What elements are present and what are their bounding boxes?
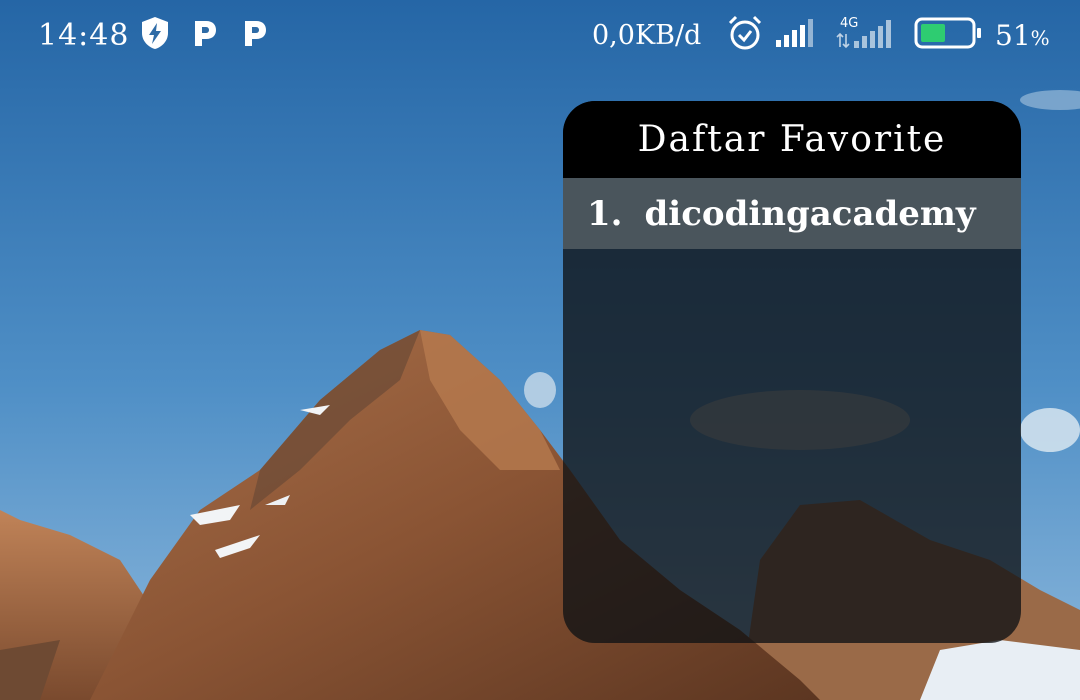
favorite-list-widget[interactable]: Daftar Favorite 1. dicodingacademy [563,101,1021,643]
signal-4g-icon: 4G [836,16,891,49]
network-type-label: 4G [840,16,858,31]
battery-percent-value: 51 [995,19,1031,52]
network-speed: 0,0KB/d [592,20,702,51]
list-item[interactable]: 1. dicodingacademy [563,178,1021,249]
widget-title: Daftar Favorite [563,101,1021,178]
status-bar: 14:48 0,0KB/d 4G 51% [0,0,1080,70]
list-item-number: 1. [587,193,623,234]
clock-time: 14:48 [38,18,130,53]
p-notification-icon [245,21,266,46]
signal-icon [776,19,813,47]
alarm-icon [728,15,762,50]
battery-level-fill [921,24,945,42]
shield-bolt-icon [142,17,168,49]
p-notification-icon [195,21,216,46]
battery-percent: 51% [995,19,1050,52]
battery-percent-unit: % [1030,26,1050,50]
battery-icon [914,17,981,49]
list-item-label: dicodingacademy [644,193,976,234]
